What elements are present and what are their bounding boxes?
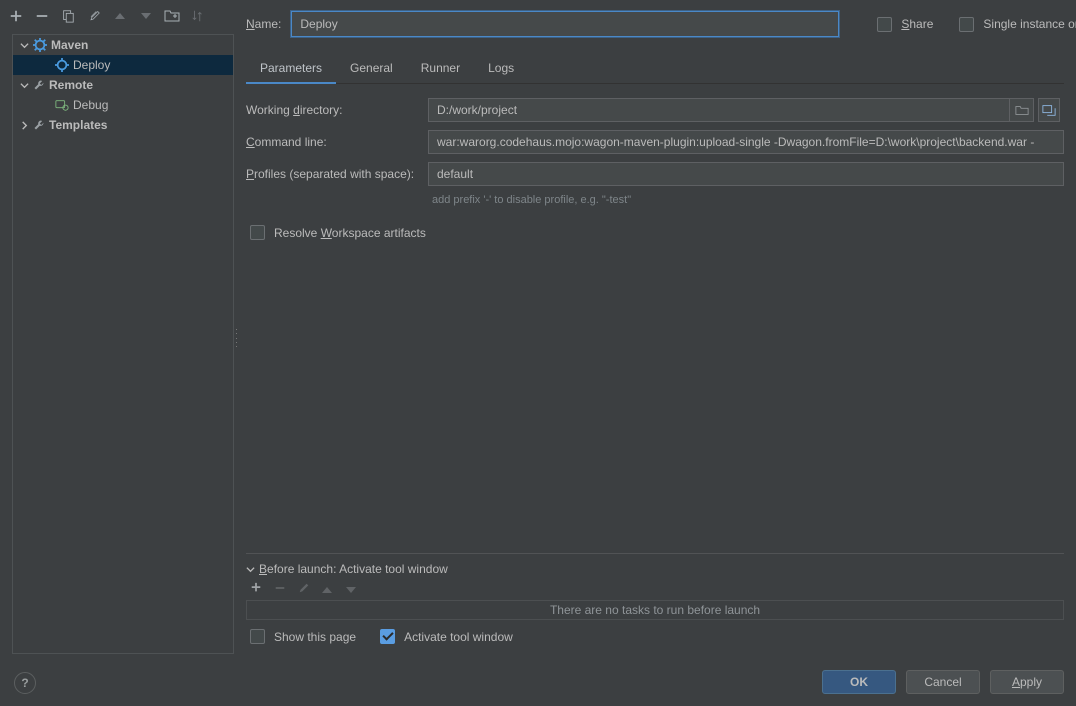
browse-folder-icon[interactable] xyxy=(1010,98,1034,122)
insert-macro-icon[interactable] xyxy=(1038,98,1060,122)
chevron-down-icon xyxy=(19,40,29,50)
move-up-icon xyxy=(112,8,128,24)
wrench-icon xyxy=(33,119,45,131)
tree-label: Remote xyxy=(49,78,93,92)
cancel-button[interactable]: Cancel xyxy=(906,670,980,694)
activate-tool-window-checkbox[interactable]: Activate tool window xyxy=(376,626,513,647)
working-dir-input[interactable] xyxy=(428,98,1010,122)
help-button[interactable]: ? xyxy=(14,672,36,694)
tabs: Parameters General Runner Logs xyxy=(246,56,1064,84)
tree-node-remote[interactable]: Remote xyxy=(13,75,233,95)
show-this-page-checkbox[interactable]: Show this page xyxy=(246,626,356,647)
chevron-down-icon xyxy=(246,565,255,574)
move-task-up-icon xyxy=(322,582,336,596)
before-launch-header[interactable]: Before launch: Activate tool window xyxy=(246,562,1064,576)
before-launch-empty: There are no tasks to run before launch xyxy=(246,600,1064,620)
chevron-down-icon xyxy=(19,80,29,90)
tree-label: Maven xyxy=(51,38,88,52)
tree-label: Templates xyxy=(49,118,107,132)
before-launch-toolbar xyxy=(246,582,1064,596)
tree-node-deploy[interactable]: Deploy xyxy=(13,55,233,75)
share-checkbox[interactable]: Share xyxy=(873,14,933,35)
name-label: Name: xyxy=(246,17,281,31)
sort-icon xyxy=(190,8,206,24)
edit-task-icon xyxy=(298,582,312,596)
ok-button[interactable]: OK xyxy=(822,670,896,694)
add-task-icon[interactable] xyxy=(250,582,264,596)
profiles-hint: add prefix '-' to disable profile, e.g. … xyxy=(428,194,1064,206)
debug-remote-icon xyxy=(55,98,69,112)
tab-logs[interactable]: Logs xyxy=(474,56,528,83)
config-tree: Maven Deploy Remote Debug Templates xyxy=(12,34,234,654)
tree-node-debug[interactable]: Debug xyxy=(13,95,233,115)
resolve-workspace-label: Resolve Workspace artifacts xyxy=(274,226,426,240)
edit-icon[interactable] xyxy=(86,8,102,24)
tree-label: Deploy xyxy=(73,58,110,72)
copy-icon[interactable] xyxy=(60,8,76,24)
tab-parameters[interactable]: Parameters xyxy=(246,56,336,83)
splitter-handle[interactable] xyxy=(234,34,240,654)
profiles-label: Profiles (separated with space): xyxy=(246,167,424,181)
resolve-workspace-checkbox[interactable] xyxy=(250,225,265,240)
remove-task-icon xyxy=(274,582,288,596)
apply-button[interactable]: Apply xyxy=(990,670,1064,694)
add-icon[interactable] xyxy=(8,8,24,24)
tab-general[interactable]: General xyxy=(336,56,407,83)
main-panel: Name: Share Single instance only Paramet… xyxy=(246,8,1064,647)
maven-gear-icon xyxy=(33,38,47,52)
tree-label: Debug xyxy=(73,98,108,112)
command-line-label: Command line: xyxy=(246,135,424,149)
single-instance-checkbox[interactable]: Single instance only xyxy=(955,14,1076,35)
remove-icon[interactable] xyxy=(34,8,50,24)
command-line-input[interactable]: war:war org.codehaus.mojo:wagon-maven-pl… xyxy=(428,130,1064,154)
tree-node-maven[interactable]: Maven xyxy=(13,35,233,55)
name-input[interactable] xyxy=(291,11,839,37)
folder-icon[interactable] xyxy=(164,8,180,24)
profiles-input[interactable] xyxy=(428,162,1064,186)
separator xyxy=(246,553,1064,554)
move-down-icon xyxy=(138,8,154,24)
gear-icon xyxy=(55,58,69,72)
chevron-right-icon xyxy=(19,120,29,130)
tree-node-templates[interactable]: Templates xyxy=(13,115,233,135)
move-task-down-icon xyxy=(346,582,360,596)
tab-runner[interactable]: Runner xyxy=(407,56,474,83)
working-dir-label: Working directory: xyxy=(246,103,424,117)
wrench-icon xyxy=(33,79,45,91)
dialog-buttons: OK Cancel Apply xyxy=(822,670,1064,694)
